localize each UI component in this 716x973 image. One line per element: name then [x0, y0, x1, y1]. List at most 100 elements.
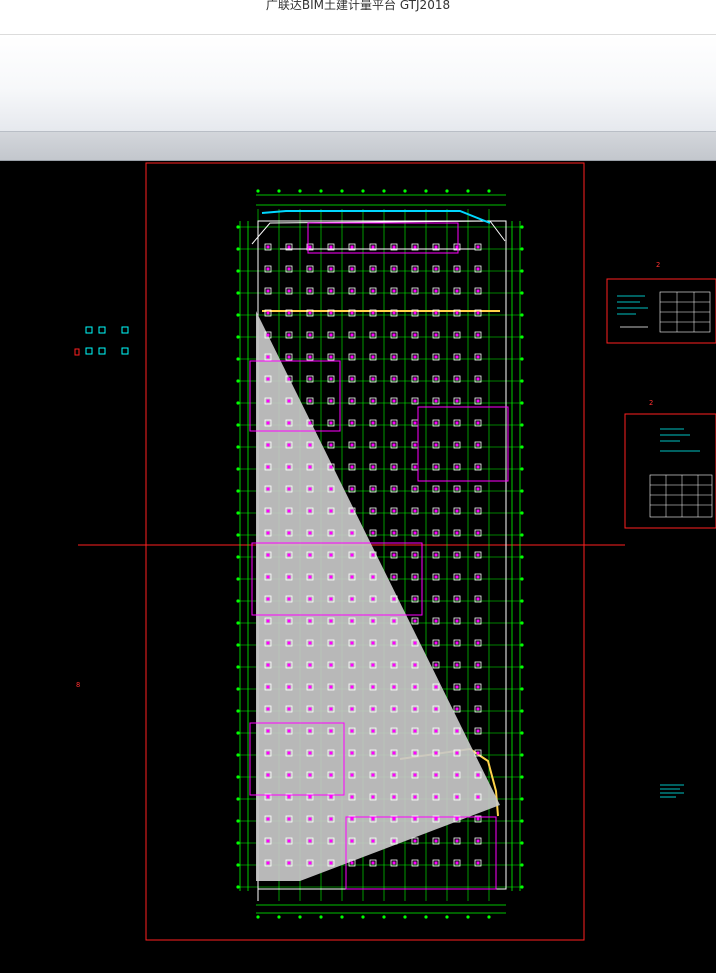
- column-core: [266, 531, 270, 535]
- column-core: [329, 267, 333, 271]
- column-core: [476, 861, 480, 865]
- column-core: [350, 333, 354, 337]
- column-core: [392, 531, 396, 535]
- column-core: [287, 355, 291, 359]
- column-core: [287, 861, 291, 865]
- column-core: [413, 729, 417, 733]
- ribbon-toolbar[interactable]: [0, 35, 716, 132]
- column-core: [455, 377, 459, 381]
- column-core: [371, 729, 375, 733]
- column-core: [266, 333, 270, 337]
- column-core: [371, 377, 375, 381]
- axis-bubble: [520, 709, 524, 713]
- drawing-tab-strip[interactable]: [0, 132, 716, 161]
- column-core: [371, 267, 375, 271]
- column-core: [329, 465, 333, 469]
- column-core: [476, 773, 480, 777]
- axis-bubble: [340, 189, 344, 193]
- column-core: [392, 729, 396, 733]
- column-core: [350, 465, 354, 469]
- column-core: [329, 795, 333, 799]
- column-core: [350, 311, 354, 315]
- column-core: [287, 641, 291, 645]
- column-core: [371, 289, 375, 293]
- column-core: [455, 553, 459, 557]
- column-core: [476, 685, 480, 689]
- column-core: [455, 751, 459, 755]
- cad-drawing[interactable]: 8 2 2: [0, 161, 716, 973]
- axis-bubble: [445, 189, 449, 193]
- axis-bubble: [236, 797, 240, 801]
- column-core: [329, 531, 333, 535]
- axis-bubble: [520, 401, 524, 405]
- column-core: [455, 531, 459, 535]
- column-core: [329, 707, 333, 711]
- column-core: [266, 509, 270, 513]
- column-core: [476, 839, 480, 843]
- column-core: [266, 795, 270, 799]
- axis-bubble: [236, 401, 240, 405]
- column-core: [392, 377, 396, 381]
- column-core: [434, 597, 438, 601]
- column-core: [371, 487, 375, 491]
- column-core: [329, 839, 333, 843]
- column-core: [329, 663, 333, 667]
- column-core: [434, 619, 438, 623]
- column-core: [266, 245, 270, 249]
- column-core: [455, 267, 459, 271]
- column-core: [476, 443, 480, 447]
- column-core: [329, 817, 333, 821]
- column-core: [287, 289, 291, 293]
- column-core: [287, 509, 291, 513]
- column-core: [266, 311, 270, 315]
- column-core: [329, 245, 333, 249]
- column-core: [371, 399, 375, 403]
- axis-bubble: [520, 357, 524, 361]
- column-core: [413, 773, 417, 777]
- column-core: [476, 421, 480, 425]
- column-core: [413, 575, 417, 579]
- axis-bubble: [319, 915, 323, 919]
- left-legend-marks: [74, 326, 129, 356]
- column-core: [413, 311, 417, 315]
- axis-bubble: [520, 379, 524, 383]
- column-core: [329, 487, 333, 491]
- axis-bubble: [445, 915, 449, 919]
- column-core: [350, 487, 354, 491]
- axis-bubble: [520, 445, 524, 449]
- column-core: [392, 245, 396, 249]
- column-core: [455, 509, 459, 513]
- column-core: [266, 553, 270, 557]
- column-core: [434, 509, 438, 513]
- column-core: [266, 267, 270, 271]
- column-core: [329, 399, 333, 403]
- axis-bubble: [487, 189, 491, 193]
- column-core: [266, 839, 270, 843]
- column-core: [434, 729, 438, 733]
- column-core: [266, 773, 270, 777]
- column-core: [266, 707, 270, 711]
- axis-bubble: [236, 731, 240, 735]
- cad-drawing-canvas[interactable]: 8 2 2: [0, 161, 716, 973]
- axis-bubble: [236, 357, 240, 361]
- column-core: [266, 399, 270, 403]
- column-core: [476, 377, 480, 381]
- column-core: [413, 509, 417, 513]
- column-core: [287, 707, 291, 711]
- column-core: [392, 465, 396, 469]
- column-core: [476, 553, 480, 557]
- column-core: [455, 289, 459, 293]
- axis-bubble: [256, 189, 260, 193]
- column-core: [371, 311, 375, 315]
- column-core: [476, 289, 480, 293]
- column-core: [350, 377, 354, 381]
- column-core: [455, 421, 459, 425]
- column-core: [350, 355, 354, 359]
- column-core: [371, 839, 375, 843]
- column-core: [413, 619, 417, 623]
- axis-bubble: [236, 445, 240, 449]
- column-core: [413, 817, 417, 821]
- column-core: [287, 685, 291, 689]
- axis-bubble: [236, 819, 240, 823]
- column-core: [287, 619, 291, 623]
